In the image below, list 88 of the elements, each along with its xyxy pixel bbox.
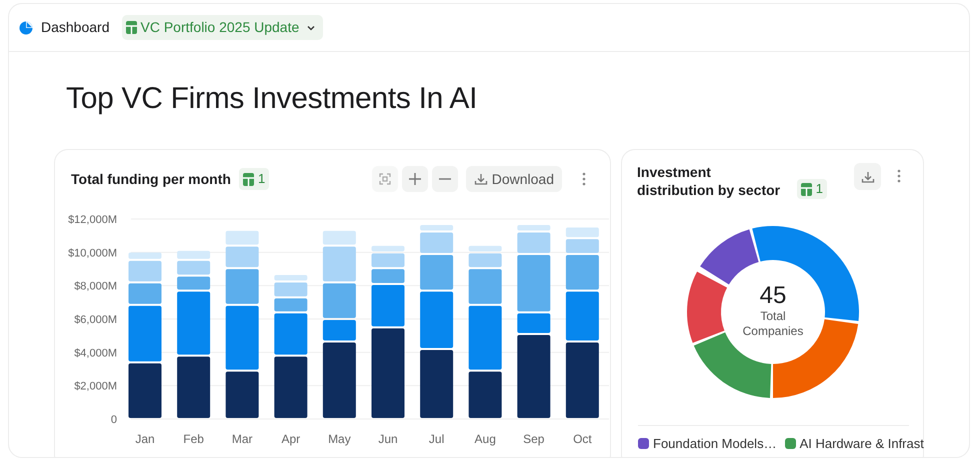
bar-segment (566, 255, 599, 290)
bar-segment (177, 276, 210, 290)
zoom-in-button[interactable] (402, 166, 428, 192)
bar-segment (322, 246, 356, 282)
source-count-tag[interactable]: 1 (238, 168, 270, 190)
axis-label: Apr (281, 432, 300, 446)
legend-label: Foundation Models… (653, 435, 777, 453)
axis-label: $4,000M (74, 347, 117, 360)
zoom-out-button[interactable] (432, 166, 458, 192)
axis-label: $12,000M (68, 214, 117, 226)
bar-segment (420, 350, 454, 418)
bar-segment (274, 275, 308, 280)
document-button[interactable]: VC Portfolio 2025 Update (122, 15, 324, 40)
bar-segment (274, 298, 308, 312)
bar-segment (566, 292, 599, 340)
bar-segment (566, 239, 599, 253)
bar-segment (226, 269, 259, 304)
axis-label: $10,000M (68, 247, 117, 260)
page-title: Top VC Firms Investments In AI (66, 81, 478, 117)
bar-segment (226, 372, 259, 418)
bar-segment (517, 225, 550, 230)
bar-segment (322, 320, 356, 340)
axis-label: Jan (135, 432, 155, 446)
bar-segment (128, 306, 162, 362)
axis-label: $8,000M (74, 280, 117, 293)
bar-segment (468, 306, 502, 370)
fit-view-button[interactable] (372, 166, 398, 192)
total-label: Total Companies (742, 309, 804, 339)
bar-segment (517, 255, 550, 312)
bar-segment (177, 292, 210, 355)
bar-segment (372, 285, 404, 326)
bar-segment (322, 230, 356, 245)
axis-label: Sep (523, 432, 544, 446)
bar-segment (566, 228, 599, 238)
axis-label: May (328, 432, 351, 446)
axis-label: Feb (183, 432, 204, 446)
axis-label: $6,000M (74, 314, 117, 326)
bar-segment (128, 363, 162, 418)
bar-segment (468, 253, 502, 268)
axis-label: 0 (110, 414, 117, 426)
bar-segment (226, 306, 259, 370)
chevron-down-icon (307, 24, 316, 30)
legend-label: AI Hardware & Infrast (800, 435, 924, 453)
bar-segment (177, 250, 210, 259)
card-title: Investment distribution by sector (637, 163, 782, 199)
bar-segment (420, 232, 454, 253)
bar-segment (226, 230, 259, 245)
spreadsheet-icon (242, 172, 254, 186)
source-count-tag[interactable]: 1 (796, 179, 827, 199)
total-value: 45 (758, 283, 788, 309)
bar-segment (226, 246, 259, 268)
axis-label: $2,000M (74, 380, 117, 393)
download-button[interactable] (854, 163, 881, 190)
bar-segment (420, 255, 454, 290)
bar-segment (177, 260, 210, 275)
bar-segment (128, 283, 162, 304)
bar-segment (420, 225, 454, 230)
fit-view-icon (378, 173, 391, 185)
bar-segment (420, 292, 454, 348)
bar-segment (517, 232, 550, 253)
axis-label: Aug (474, 432, 496, 446)
axis-label: Jun (378, 432, 398, 446)
bar-segment (128, 260, 162, 282)
download-button[interactable]: Download (466, 166, 562, 192)
bar-segment (274, 282, 308, 296)
axis-label: Jul (428, 432, 444, 446)
bar-segment (372, 253, 404, 268)
plus-icon (408, 172, 422, 186)
download-icon (474, 172, 488, 186)
download-icon (860, 170, 874, 184)
bar-segment (177, 356, 210, 418)
bar-segment (517, 313, 550, 333)
axis-label: Oct (573, 432, 592, 446)
spreadsheet-icon (126, 21, 136, 34)
bar-segment (372, 269, 404, 283)
bar-segment (274, 313, 308, 355)
bar-segment (128, 252, 162, 259)
bar-segment (274, 356, 308, 418)
pie-chart-icon (19, 20, 33, 34)
bar-segment (468, 372, 502, 418)
card-title: Total funding per month (71, 170, 231, 189)
bar-segment (372, 246, 404, 252)
bar-segment (468, 246, 502, 252)
bar-segment (322, 283, 356, 318)
breadcrumb-title[interactable]: Dashboard (41, 17, 110, 38)
axis-label: Mar (232, 432, 253, 446)
spreadsheet-icon (800, 182, 812, 196)
bar-segment (468, 269, 502, 304)
